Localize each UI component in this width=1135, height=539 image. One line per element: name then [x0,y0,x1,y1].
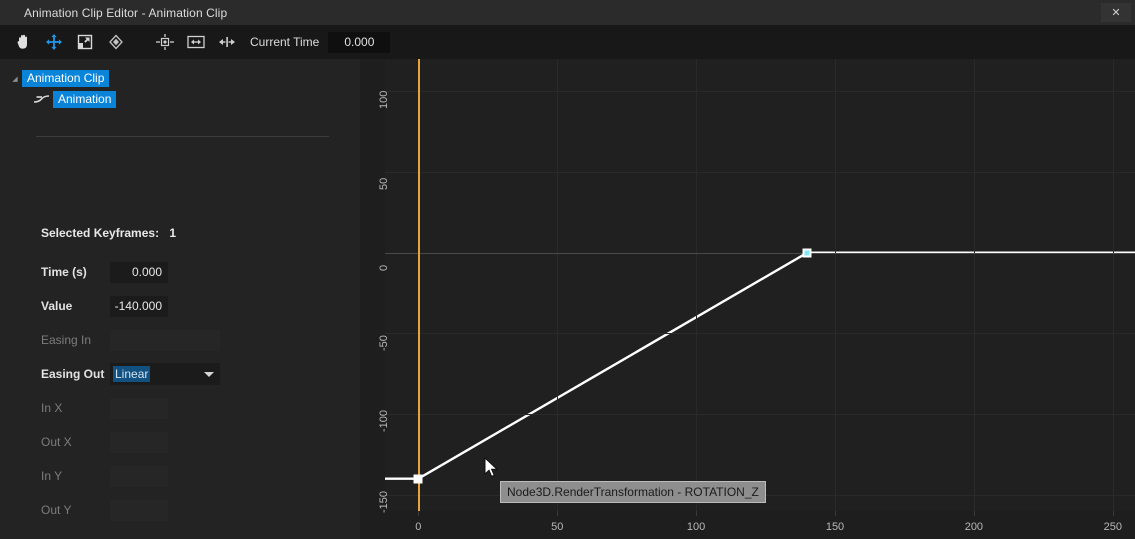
gridline-vertical [1113,59,1114,511]
x-tick-mark [557,511,558,516]
form-row: Out Y [0,493,360,527]
diamond-icon [107,33,125,51]
playhead[interactable] [418,59,420,511]
move-arrows-icon [45,33,63,51]
x-tick-mark [974,511,975,516]
y-tick-label: 100 [378,91,390,109]
tree-item-animation[interactable]: Animation [0,91,360,108]
hand-icon [14,33,32,51]
scale-tool-button[interactable] [71,29,98,55]
tree-item-animation-label: Animation [53,91,116,108]
form-row: Value-140.000 [0,289,360,323]
gridline-vertical [696,59,697,511]
tree-item-animation-clip[interactable]: ◢ Animation Clip [0,70,360,87]
form-row: Out X [0,425,360,459]
move-tool-button[interactable] [40,29,67,55]
curve-graph-panel[interactable]: 100 50 0 -50 -100 -150 0 50 100 150 200 250 Node3D… [360,59,1135,539]
selected-keyframes-label: Selected Keyframes: [41,226,159,240]
field-input [110,500,168,521]
form-row: In X [0,391,360,425]
x-tick-mark [835,511,836,516]
field-label: In Y [41,469,110,483]
field-label: Time (s) [41,265,110,279]
plot-area[interactable] [385,59,1135,511]
field-input [110,398,168,419]
field-input [110,330,220,351]
field-input [110,432,168,453]
rotate-tool-button[interactable] [102,29,129,55]
easing-out-value: Linear [113,366,150,382]
frame-selected-button[interactable] [151,29,178,55]
x-tick-label: 200 [965,521,983,533]
x-tick-label: 50 [551,521,563,533]
pan-tool-button[interactable] [9,29,36,55]
x-tick-label: 250 [1104,521,1122,533]
x-tick-label: 100 [687,521,705,533]
toolbar-separator [129,42,147,43]
title-bar: Animation Clip Editor - Animation Clip ✕ [0,0,1135,25]
y-tick-label: -100 [378,410,390,432]
gridline-horizontal [385,172,1135,173]
form-row: Time (s)0.000 [0,255,360,289]
clip-tree: ◢ Animation Clip Animation [0,59,360,108]
field-input[interactable]: -140.000 [110,296,168,317]
keyframe-form: Time (s)0.000Value-140.000Easing InEasin… [0,255,360,527]
x-tick-mark [696,511,697,516]
gridline-vertical [835,59,836,511]
chevron-down-icon[interactable] [204,372,214,377]
toolbar: Current Time 0.000 [0,25,1135,59]
snap-icon [217,33,237,51]
x-axis-labels: 0 50 100 150 200 250 [385,511,1135,539]
selected-keyframes-row: Selected Keyframes: 1 [41,226,176,240]
gridline-horizontal [385,91,1135,92]
zero-axis-line [385,253,1135,254]
field-label: Easing Out [41,367,110,381]
x-tick-mark [1113,511,1114,516]
scale-icon [76,33,94,51]
field-label: Out X [41,435,110,449]
y-tick-label: 50 [378,178,390,190]
form-row: In Y [0,459,360,493]
animation-curve-icon [32,93,51,107]
field-input[interactable]: 0.000 [110,262,168,283]
form-row: Easing In [0,323,360,357]
tree-item-animation-clip-label: Animation Clip [22,70,109,87]
expander-triangle-icon[interactable]: ◢ [8,75,22,83]
easing-out-select[interactable]: Linear [110,363,220,385]
gridline-horizontal [385,414,1135,415]
keyframe-handle[interactable] [414,474,423,483]
x-tick-label: 0 [415,521,421,533]
field-label: Value [41,299,110,313]
snap-keyframe-button[interactable] [213,29,240,55]
keyframe-handle[interactable] [803,248,812,257]
selected-keyframes-count: 1 [169,226,176,240]
expand-horizontal-icon [186,33,206,51]
animation-curve [385,59,1135,511]
form-row: Easing OutLinear [0,357,360,391]
current-time-input[interactable]: 0.000 [328,32,390,53]
close-button[interactable]: ✕ [1101,3,1131,22]
field-label: Out Y [41,503,110,517]
panel-divider [36,136,329,137]
y-tick-label: 0 [378,265,390,271]
fit-horizontal-button[interactable] [182,29,209,55]
curve-line[interactable] [385,253,1135,479]
x-tick-label: 150 [826,521,844,533]
current-time-label: Current Time [250,35,319,49]
left-panel: ◢ Animation Clip Animation Selected Keyf… [0,59,360,539]
y-tick-label: -50 [378,336,390,352]
x-tick-mark [418,511,419,516]
crosshair-icon [155,33,175,51]
y-tick-label: -150 [378,491,390,513]
curve-tooltip: Node3D.RenderTransformation - ROTATION_Z [500,481,766,503]
gridline-horizontal [385,333,1135,334]
field-input [110,466,168,487]
gridline-vertical [557,59,558,511]
field-label: In X [41,401,110,415]
field-label: Easing In [41,333,110,347]
gridline-vertical [974,59,975,511]
window-title: Animation Clip Editor - Animation Clip [24,6,227,20]
animation-clip-editor-window: Animation Clip Editor - Animation Clip ✕ [0,0,1135,539]
